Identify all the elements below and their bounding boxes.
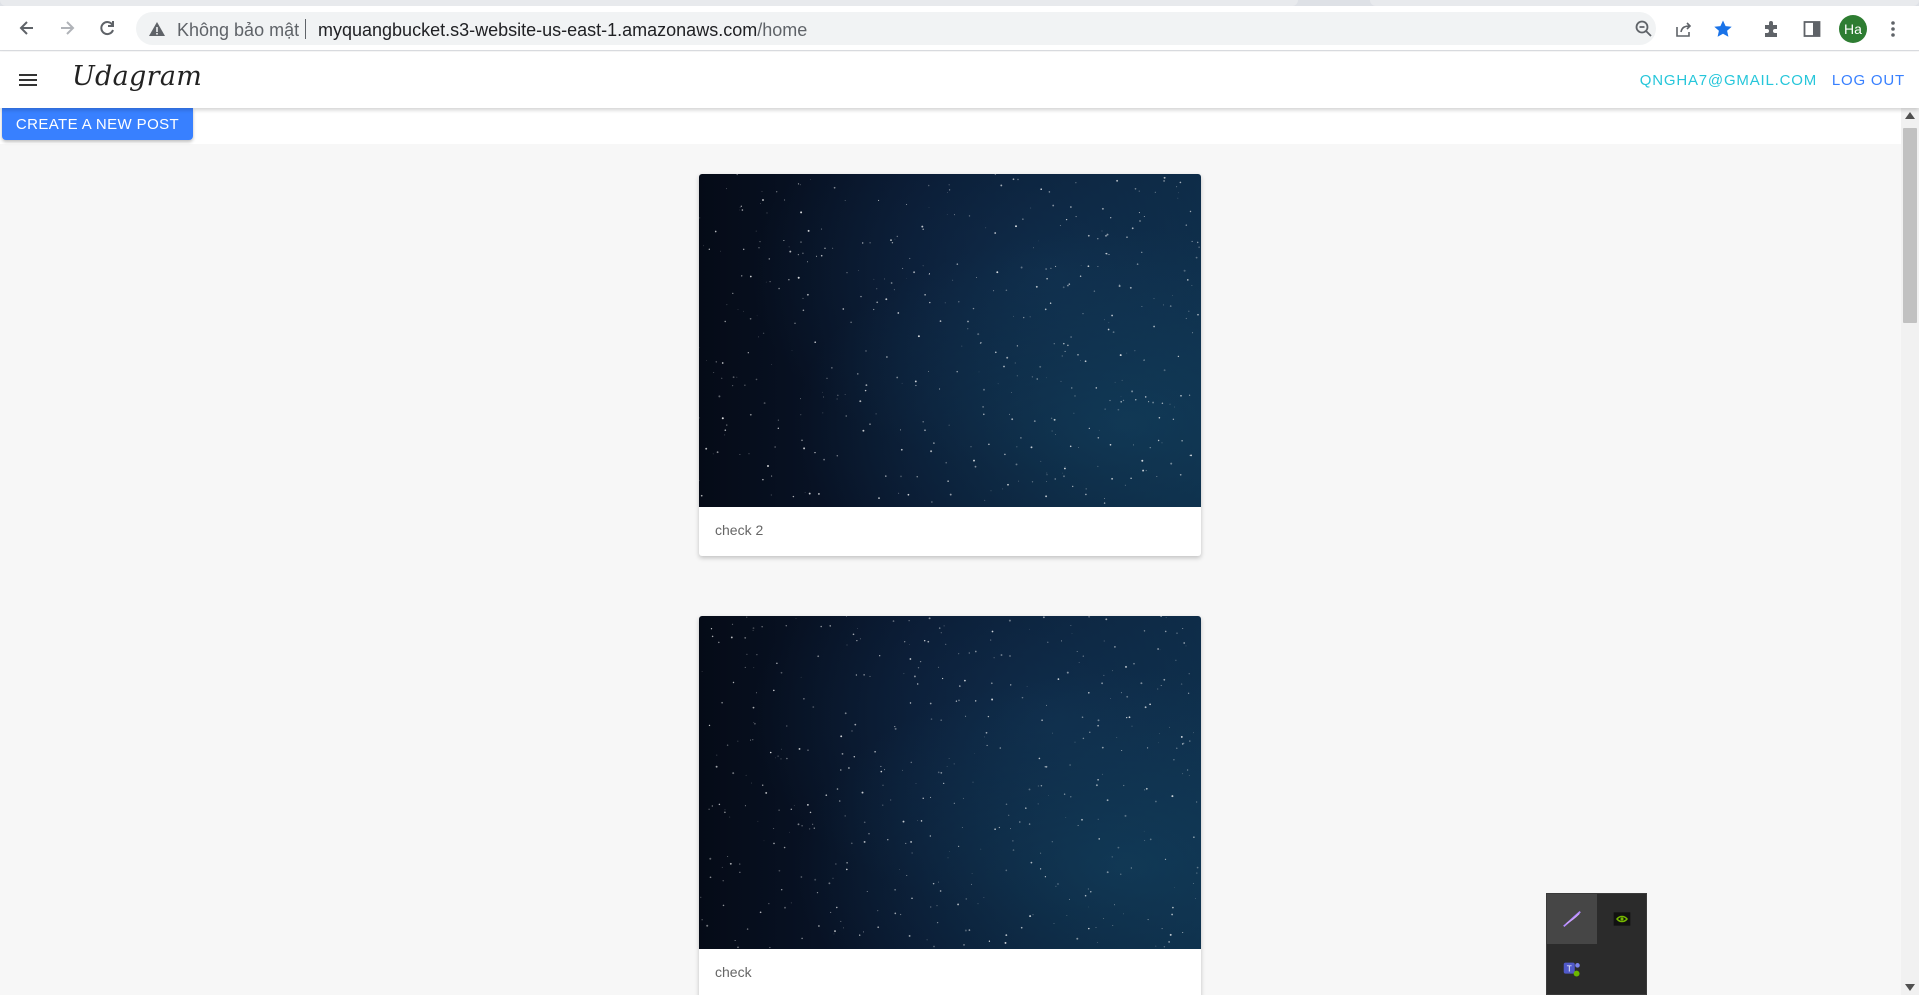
warning-icon bbox=[149, 22, 165, 36]
nvidia-icon bbox=[1613, 912, 1631, 926]
kebab-menu-icon bbox=[1891, 21, 1895, 37]
scroll-up-arrow[interactable] bbox=[1905, 112, 1915, 119]
share-button[interactable] bbox=[1670, 16, 1696, 42]
profile-avatar[interactable]: Ha bbox=[1839, 15, 1867, 43]
starfield-image bbox=[700, 616, 1199, 949]
security-status[interactable]: Không bảo mật bbox=[177, 20, 299, 41]
side-panel-icon bbox=[1803, 21, 1821, 37]
reload-icon bbox=[100, 21, 114, 36]
url-host: myquangbucket.s3-website-us-east-1.amazo… bbox=[318, 20, 758, 40]
teams-icon: T bbox=[1563, 962, 1580, 977]
zoom-button[interactable] bbox=[1633, 18, 1655, 40]
create-post-bar: CREATE A NEW POST bbox=[0, 108, 1901, 144]
arrow-left-icon bbox=[19, 21, 33, 35]
create-post-button[interactable]: CREATE A NEW POST bbox=[2, 108, 193, 140]
browser-toolbar: Không bảo mật myquangbucket.s3-website-u… bbox=[0, 6, 1919, 51]
address-bar[interactable]: Không bảo mật myquangbucket.s3-website-u… bbox=[136, 12, 1656, 45]
system-tray-popup: T bbox=[1546, 893, 1647, 995]
post-card: check 2 bbox=[699, 174, 1201, 556]
tray-item-feather[interactable] bbox=[1547, 894, 1597, 944]
post-caption: check 2 bbox=[715, 522, 764, 538]
tray-item-teams[interactable]: T bbox=[1547, 944, 1597, 994]
post-card: check bbox=[699, 616, 1201, 995]
omnibox-divider bbox=[305, 19, 306, 39]
browser-menu-button[interactable] bbox=[1880, 16, 1906, 42]
star-icon bbox=[1714, 20, 1732, 37]
post-image bbox=[699, 616, 1201, 949]
app-brand[interactable]: Udagram bbox=[72, 61, 202, 92]
feed: CREATE A NEW POST check 2 check bbox=[0, 108, 1901, 995]
starfield-image bbox=[699, 174, 1200, 504]
puzzle-icon bbox=[1765, 21, 1777, 37]
hamburger-icon bbox=[19, 74, 37, 86]
extensions-button[interactable] bbox=[1759, 16, 1785, 42]
menu-button[interactable] bbox=[14, 66, 42, 94]
side-panel-button[interactable] bbox=[1799, 16, 1825, 42]
post-caption: check bbox=[715, 964, 752, 980]
bookmark-button[interactable] bbox=[1710, 16, 1736, 42]
scroll-thumb[interactable] bbox=[1903, 128, 1917, 323]
user-email-link[interactable]: QNGHA7@GMAIL.COM bbox=[1640, 72, 1817, 89]
logout-button[interactable]: LOG OUT bbox=[1832, 72, 1905, 89]
back-button[interactable] bbox=[11, 12, 43, 44]
reload-button[interactable] bbox=[91, 12, 123, 44]
feather-icon bbox=[1563, 910, 1581, 928]
url-text[interactable]: myquangbucket.s3-website-us-east-1.amazo… bbox=[318, 20, 807, 41]
page-scrollbar[interactable] bbox=[1901, 108, 1919, 995]
share-icon bbox=[1676, 22, 1692, 37]
forward-button[interactable] bbox=[51, 12, 83, 44]
scroll-down-arrow[interactable] bbox=[1905, 984, 1915, 991]
svg-text:T: T bbox=[1567, 964, 1572, 973]
zoom-icon bbox=[1635, 20, 1652, 37]
post-image bbox=[699, 174, 1201, 507]
app-header: Udagram QNGHA7@GMAIL.COM LOG OUT bbox=[0, 52, 1919, 108]
tray-item-nvidia[interactable] bbox=[1597, 894, 1647, 944]
arrow-right-icon bbox=[61, 21, 75, 35]
url-path: /home bbox=[757, 20, 808, 40]
